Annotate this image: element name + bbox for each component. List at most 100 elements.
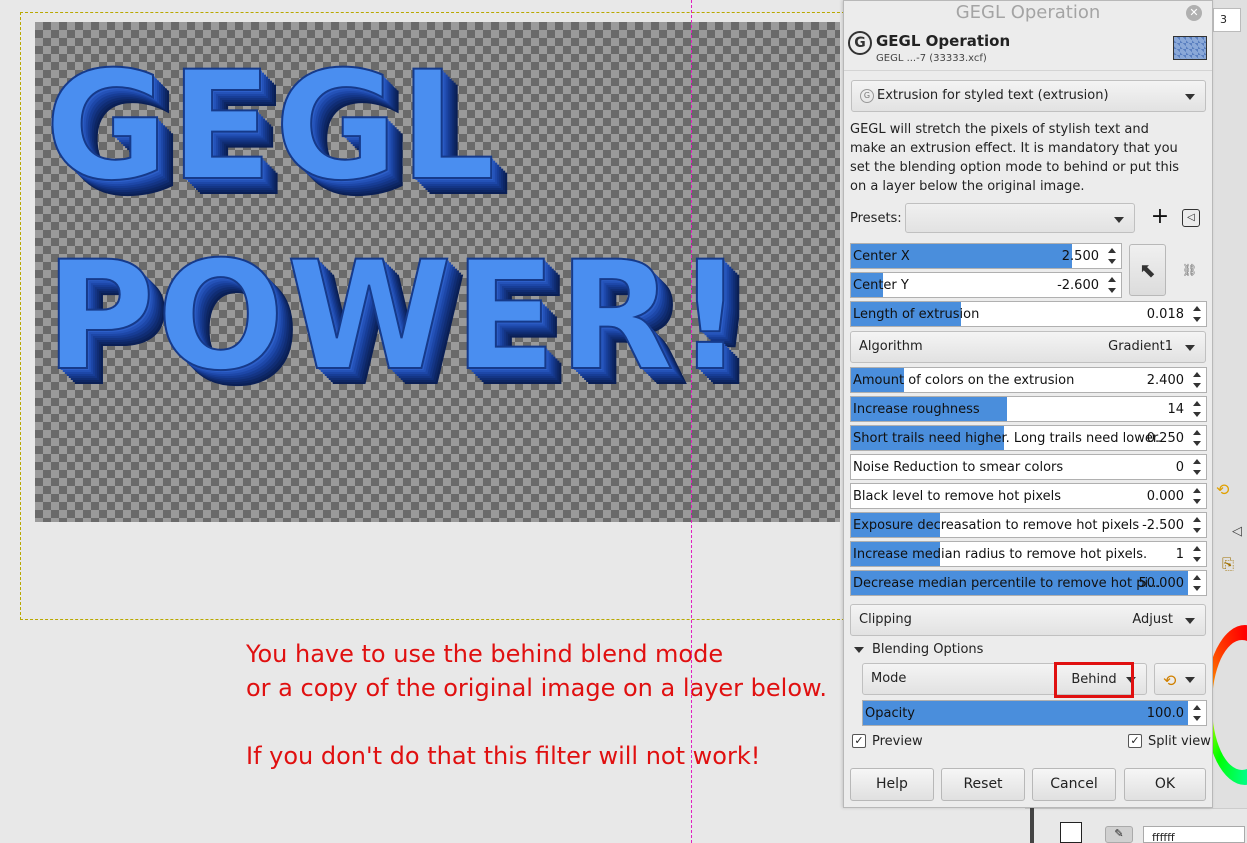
preview-checkbox[interactable]: ✓ bbox=[852, 733, 866, 748]
spin-up-icon[interactable] bbox=[1193, 575, 1201, 580]
spin-up-icon[interactable] bbox=[1193, 546, 1201, 551]
spin-up-icon[interactable] bbox=[1193, 372, 1201, 377]
param-label: Increase median radius to remove hot pix… bbox=[853, 547, 1148, 562]
preset-menu-button[interactable]: ◁ bbox=[1182, 209, 1200, 227]
reset-icon[interactable]: ⟲ bbox=[1216, 480, 1229, 499]
operation-combo[interactable]: G Extrusion for styled text (extrusion) bbox=[851, 80, 1206, 112]
spin-down-icon[interactable] bbox=[1108, 288, 1116, 293]
composite-icon: ⟲ bbox=[1163, 671, 1177, 690]
menu-triangle-icon: ◁ bbox=[1187, 212, 1195, 223]
ok-button[interactable]: OK bbox=[1124, 768, 1206, 801]
spin-arrows[interactable] bbox=[1188, 571, 1206, 595]
spin-arrows[interactable] bbox=[1188, 397, 1206, 421]
paste-icon[interactable]: ⎘ bbox=[1222, 555, 1234, 573]
preview-toggle[interactable]: ✓ Preview bbox=[852, 733, 923, 749]
spin-arrows[interactable] bbox=[1188, 455, 1206, 479]
spin-arrows[interactable] bbox=[1188, 426, 1206, 450]
param-label: Center Y bbox=[853, 278, 909, 293]
spin-down-icon[interactable] bbox=[1193, 441, 1201, 446]
opacity-value: 100.0 bbox=[1146, 706, 1184, 721]
chain-icon[interactable]: ⛓ bbox=[1182, 245, 1197, 295]
image-layer[interactable]: GEGL POWER! bbox=[35, 22, 840, 522]
param-black-level[interactable]: Black level to remove hot pixels 0.000 bbox=[850, 483, 1207, 509]
fg-bg-color-swatch[interactable] bbox=[1060, 822, 1082, 843]
spin-down-icon[interactable] bbox=[1108, 259, 1116, 264]
close-icon: ✕ bbox=[1189, 6, 1199, 19]
help-button[interactable]: Help bbox=[850, 768, 934, 801]
dock-spin-field[interactable]: 3 bbox=[1213, 8, 1241, 32]
hex-color-input[interactable]: ffffff bbox=[1143, 826, 1245, 843]
chevron-down-icon bbox=[1185, 618, 1195, 624]
dialog-titlebar[interactable]: GEGL Operation ✕ bbox=[844, 1, 1212, 25]
spin-arrows[interactable] bbox=[1188, 302, 1206, 326]
mode-value-highlight[interactable]: Behind bbox=[1054, 662, 1134, 698]
clipping-combo[interactable]: Clipping Adjust bbox=[850, 604, 1206, 636]
chevron-down-icon bbox=[1114, 217, 1124, 223]
spin-up-icon[interactable] bbox=[1108, 248, 1116, 253]
pick-coordinates-button[interactable]: ⬉ bbox=[1129, 244, 1166, 296]
blending-options-expander[interactable]: Blending Options bbox=[854, 642, 983, 657]
mode-label: Mode bbox=[871, 671, 907, 686]
image-canvas[interactable]: GEGL POWER! You have to use the behind b… bbox=[0, 0, 843, 843]
cancel-button[interactable]: Cancel bbox=[1032, 768, 1116, 801]
color-picker-icon[interactable]: ✎ bbox=[1105, 826, 1133, 843]
reset-button[interactable]: Reset bbox=[941, 768, 1025, 801]
param-value: 1 bbox=[1175, 547, 1184, 562]
composite-mode-button[interactable]: ⟲ bbox=[1154, 663, 1206, 695]
param-increase-roughness[interactable]: Increase roughness 14 bbox=[850, 396, 1207, 422]
spin-down-icon[interactable] bbox=[1193, 716, 1201, 721]
operation-description: GEGL will stretch the pixels of stylish … bbox=[850, 122, 1180, 194]
algorithm-combo[interactable]: Algorithm Gradient1 bbox=[850, 331, 1206, 363]
presets-combo[interactable] bbox=[905, 203, 1135, 233]
spin-down-icon[interactable] bbox=[1193, 499, 1201, 504]
operation-name: Extrusion for styled text (extrusion) bbox=[877, 88, 1109, 103]
spin-arrows[interactable] bbox=[1188, 542, 1206, 566]
close-button[interactable]: ✕ bbox=[1186, 5, 1202, 21]
spin-down-icon[interactable] bbox=[1193, 412, 1201, 417]
param-center-x[interactable]: Center X 2.500 bbox=[850, 243, 1122, 269]
spin-up-icon[interactable] bbox=[1193, 401, 1201, 406]
spin-up-icon[interactable] bbox=[1108, 277, 1116, 282]
spin-up-icon[interactable] bbox=[1193, 459, 1201, 464]
param-value: 2.500 bbox=[1061, 249, 1099, 264]
spin-down-icon[interactable] bbox=[1193, 470, 1201, 475]
param-value: 14 bbox=[1167, 402, 1184, 417]
param-label: Black level to remove hot pixels bbox=[853, 489, 1061, 504]
spin-up-icon[interactable] bbox=[1193, 306, 1201, 311]
spin-up-icon[interactable] bbox=[1193, 430, 1201, 435]
spin-down-icon[interactable] bbox=[1193, 557, 1201, 562]
gegl-operation-dialog: GEGL Operation ✕ G GEGL Operation GEGL .… bbox=[843, 0, 1213, 808]
spin-arrows[interactable] bbox=[1103, 273, 1121, 297]
param-value: 0.250 bbox=[1146, 431, 1184, 446]
add-preset-button[interactable]: + bbox=[1149, 205, 1171, 229]
param-trails[interactable]: Short trails need higher. Long trails ne… bbox=[850, 425, 1207, 451]
spin-arrows[interactable] bbox=[1188, 368, 1206, 392]
expander-icon bbox=[854, 646, 864, 653]
spin-down-icon[interactable] bbox=[1193, 586, 1201, 591]
spin-down-icon[interactable] bbox=[1193, 383, 1201, 388]
param-exposure[interactable]: Exposure decreasation to remove hot pixe… bbox=[850, 512, 1207, 538]
spin-down-icon[interactable] bbox=[1193, 317, 1201, 322]
spin-down-icon[interactable] bbox=[1193, 528, 1201, 533]
spin-arrows[interactable] bbox=[1188, 513, 1206, 537]
param-value: 0 bbox=[1175, 460, 1184, 475]
gegl-small-icon: G bbox=[860, 89, 874, 103]
split-view-checkbox[interactable]: ✓ bbox=[1128, 733, 1142, 748]
spin-arrows[interactable] bbox=[1103, 244, 1121, 268]
vertical-guide[interactable] bbox=[691, 0, 692, 843]
param-label: Length of extrusion bbox=[853, 307, 980, 322]
param-center-y[interactable]: Center Y -2.600 bbox=[850, 272, 1122, 298]
param-length-of-extrusion[interactable]: Length of extrusion 0.018 bbox=[850, 301, 1207, 327]
split-view-toggle[interactable]: ✓ Split view bbox=[1128, 733, 1211, 749]
tab-menu-icon[interactable]: ◁ bbox=[1232, 524, 1242, 539]
spin-arrows[interactable] bbox=[1188, 701, 1206, 725]
param-amount-of-colors[interactable]: Amount of colors on the extrusion 2.400 bbox=[850, 367, 1207, 393]
spin-up-icon[interactable] bbox=[1193, 517, 1201, 522]
param-noise-reduction[interactable]: Noise Reduction to smear colors 0 bbox=[850, 454, 1207, 480]
spin-arrows[interactable] bbox=[1188, 484, 1206, 508]
param-median-radius[interactable]: Increase median radius to remove hot pix… bbox=[850, 541, 1207, 567]
spin-up-icon[interactable] bbox=[1193, 705, 1201, 710]
param-median-percentile[interactable]: Decrease median percentile to remove hot… bbox=[850, 570, 1207, 596]
opacity-spin[interactable]: Opacity 100.0 bbox=[862, 700, 1207, 726]
spin-up-icon[interactable] bbox=[1193, 488, 1201, 493]
